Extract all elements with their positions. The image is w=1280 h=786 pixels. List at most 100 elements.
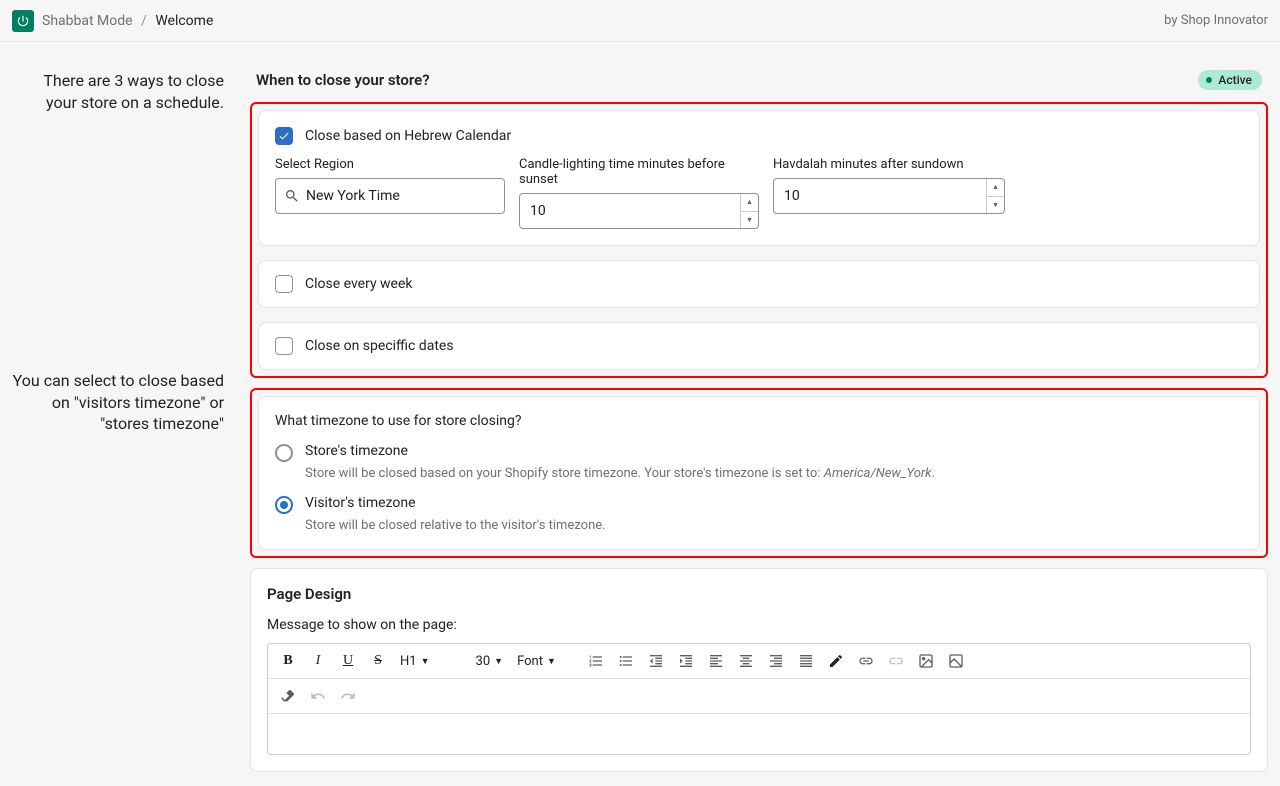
status-badge: Active [1198, 70, 1262, 90]
size-select[interactable]: 30▼ [470, 648, 510, 674]
store-desc-suffix: . [932, 466, 935, 481]
timezone-question: What timezone to use for store closing? [275, 413, 1243, 429]
radio-visitor-desc: Store will be closed relative to the vis… [305, 518, 1243, 533]
bold-button[interactable]: B [274, 648, 302, 674]
side-callouts: There are 3 ways to close your store on … [12, 70, 250, 786]
havdalah-up-button[interactable]: ▲ [987, 179, 1004, 197]
align-justify-icon [798, 653, 814, 669]
havdalah-label: Havdalah minutes after sundown [773, 157, 1005, 172]
section-title: When to close your store? [256, 71, 430, 89]
store-desc-prefix: Store will be closed based on your Shopi… [305, 466, 824, 481]
radio-store-desc: Store will be closed based on your Shopi… [305, 466, 1243, 481]
redo-icon [340, 688, 356, 704]
card-specific: Close on speciffic dates [258, 322, 1260, 370]
havdalah-down-button[interactable]: ▼ [987, 197, 1004, 214]
align-center-icon [738, 653, 754, 669]
main-column: When to close your store? Active Close b… [250, 70, 1268, 786]
page-body: There are 3 ways to close your store on … [0, 42, 1280, 786]
havdalah-spinner: ▲ ▼ [986, 179, 1004, 213]
align-justify-button[interactable] [792, 648, 820, 674]
by-line: by Shop Innovator [1164, 13, 1268, 28]
align-right-icon [768, 653, 784, 669]
chevron-down-icon: ▼ [421, 656, 430, 667]
ordered-list-icon [588, 653, 604, 669]
indent-icon [678, 653, 694, 669]
chevron-down-icon: ▼ [494, 656, 503, 667]
check-icon [278, 130, 290, 142]
candle-label: Candle-lighting time minutes before suns… [519, 157, 759, 187]
eraser-button[interactable] [274, 683, 302, 709]
underline-button[interactable]: U [334, 648, 362, 674]
candle-input[interactable]: 10 ▲ ▼ [519, 193, 759, 229]
havdalah-input[interactable]: 10 ▲ ▼ [773, 178, 1005, 214]
checkbox-hebrew-row[interactable]: Close based on Hebrew Calendar [275, 127, 1243, 145]
checkbox-specific[interactable] [275, 337, 293, 355]
unlink-button[interactable] [882, 648, 910, 674]
unordered-list-icon [618, 653, 634, 669]
checkbox-hebrew[interactable] [275, 127, 293, 145]
candle-value: 10 [530, 203, 546, 219]
checkbox-weekly[interactable] [275, 275, 293, 293]
search-icon [284, 188, 300, 204]
image2-button[interactable] [942, 648, 970, 674]
field-candle: Candle-lighting time minutes before suns… [519, 157, 759, 229]
hebrew-fields: Select Region New York Time Candle-light… [275, 157, 1243, 229]
region-value: New York Time [306, 188, 496, 204]
checkbox-specific-label: Close on speciffic dates [305, 338, 454, 354]
radio-store-row[interactable]: Store's timezone [275, 443, 1243, 462]
checkbox-weekly-label: Close every week [305, 276, 413, 292]
heading-value: H1 [400, 654, 417, 669]
page-design-title: Page Design [267, 585, 1251, 603]
eraser-icon [280, 688, 296, 704]
section-header: When to close your store? Active [250, 70, 1268, 90]
rich-text-editor: B I U S H1▼ 30▼ Font▼ [267, 643, 1251, 755]
callout-schedule: There are 3 ways to close your store on … [12, 70, 232, 113]
align-left-button[interactable] [702, 648, 730, 674]
candle-down-button[interactable]: ▼ [741, 212, 758, 229]
radio-visitor-row[interactable]: Visitor's timezone [275, 495, 1243, 514]
undo-icon [310, 688, 326, 704]
radio-visitor[interactable] [275, 496, 293, 514]
breadcrumb: Shabbat Mode / Welcome [42, 13, 213, 29]
rte-toolbar-row-2 [268, 679, 1250, 714]
breadcrumb-area: Shabbat Mode / Welcome [12, 10, 213, 32]
breadcrumb-app[interactable]: Shabbat Mode [42, 13, 133, 29]
checkbox-weekly-row[interactable]: Close every week [275, 275, 1243, 293]
indent-button[interactable] [672, 648, 700, 674]
align-center-button[interactable] [732, 648, 760, 674]
checkbox-hebrew-label: Close based on Hebrew Calendar [305, 128, 511, 144]
field-havdalah: Havdalah minutes after sundown 10 ▲ ▼ [773, 157, 1005, 229]
card-weekly: Close every week [258, 260, 1260, 308]
schedule-highlight: Close based on Hebrew Calendar Select Re… [250, 102, 1268, 378]
field-region: Select Region New York Time [275, 157, 505, 229]
ordered-list-button[interactable] [582, 648, 610, 674]
redo-button[interactable] [334, 683, 362, 709]
rte-body[interactable] [268, 714, 1250, 754]
region-input[interactable]: New York Time [275, 178, 505, 214]
align-left-icon [708, 653, 724, 669]
font-value: Font [517, 654, 543, 669]
callout-timezone: You can select to close based on "visito… [12, 370, 232, 435]
card-page-design: Page Design Message to show on the page:… [250, 568, 1268, 772]
page-design-subtitle: Message to show on the page: [267, 617, 1251, 633]
store-desc-tz: America/New_York [824, 466, 932, 481]
heading-select[interactable]: H1 ▼ [394, 648, 436, 674]
checkbox-specific-row[interactable]: Close on speciffic dates [275, 337, 1243, 355]
undo-button[interactable] [304, 683, 332, 709]
outdent-button[interactable] [642, 648, 670, 674]
italic-button[interactable]: I [304, 648, 332, 674]
link-icon [858, 653, 874, 669]
candle-up-button[interactable]: ▲ [741, 194, 758, 212]
image-icon [918, 653, 934, 669]
link-button[interactable] [852, 648, 880, 674]
strike-button[interactable]: S [364, 648, 392, 674]
image-frame-icon [948, 653, 964, 669]
rte-toolbar-row-1: B I U S H1▼ 30▼ Font▼ [268, 644, 1250, 679]
align-right-button[interactable] [762, 648, 790, 674]
card-timezone: What timezone to use for store closing? … [258, 396, 1260, 550]
font-select[interactable]: Font▼ [511, 648, 562, 674]
radio-store[interactable] [275, 444, 293, 462]
color-button[interactable] [822, 648, 850, 674]
image-button[interactable] [912, 648, 940, 674]
unordered-list-button[interactable] [612, 648, 640, 674]
